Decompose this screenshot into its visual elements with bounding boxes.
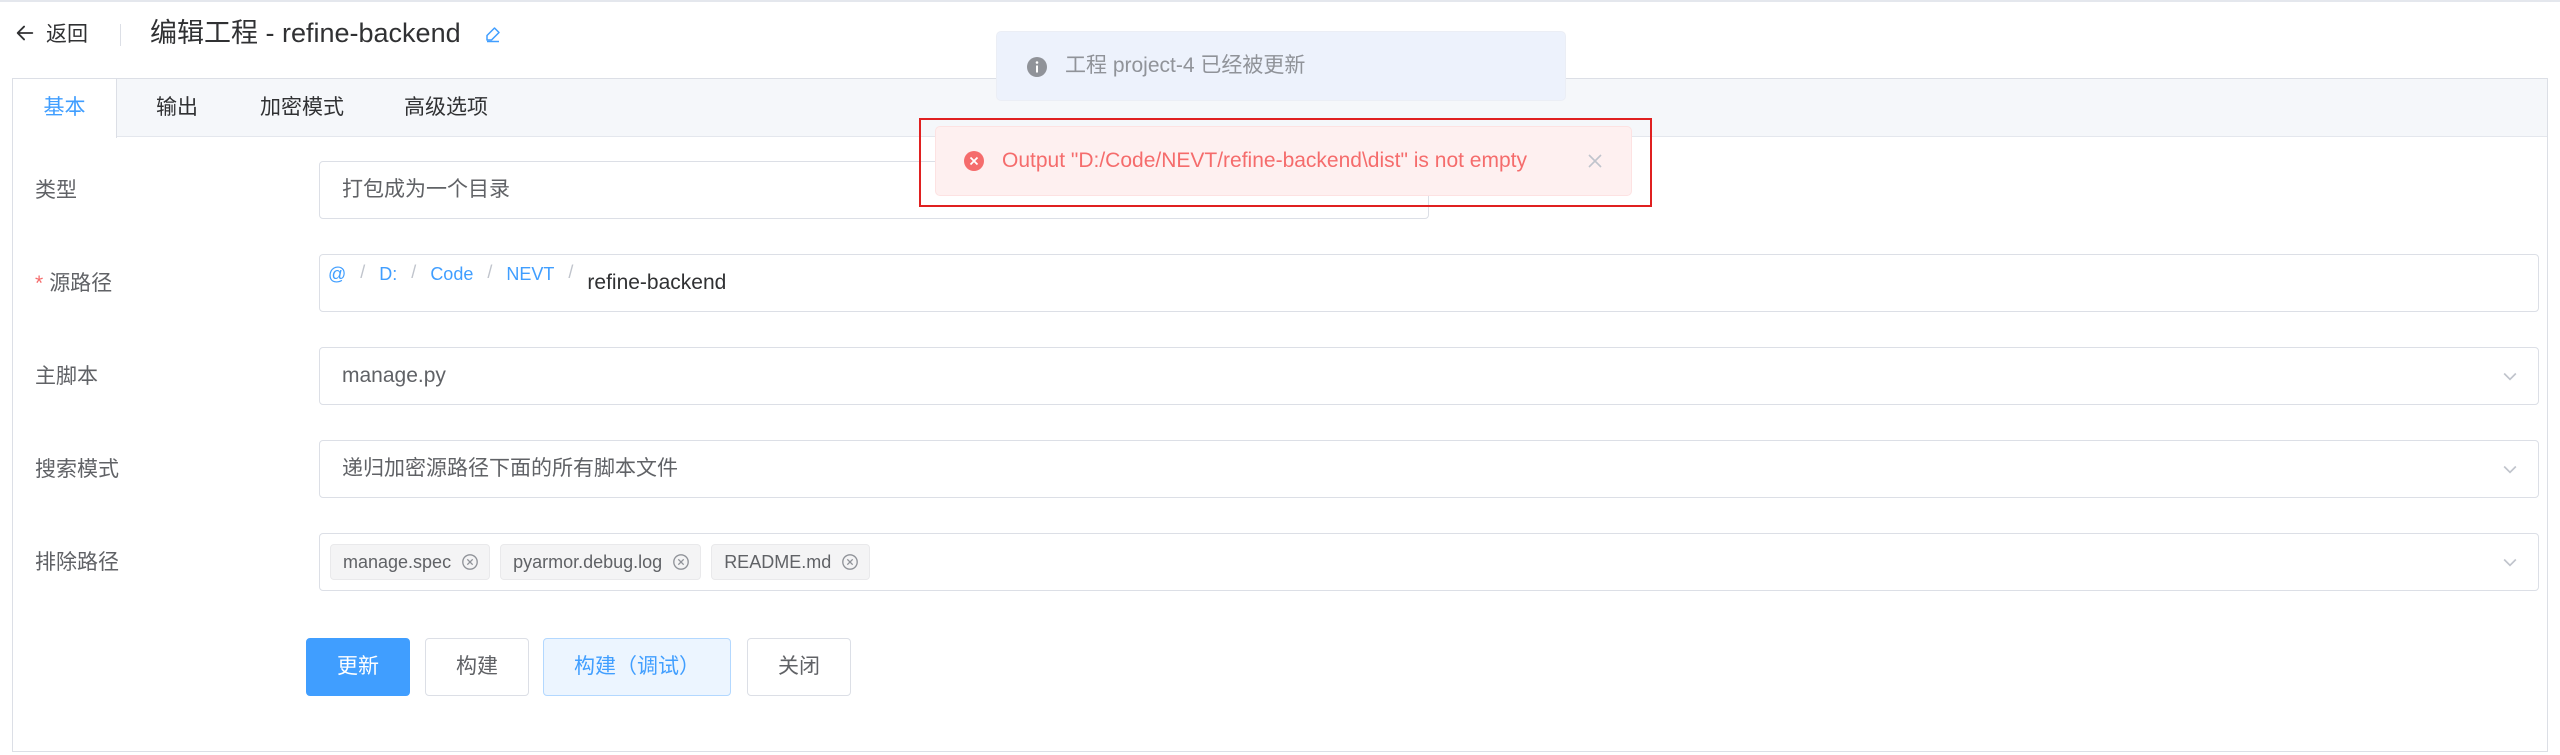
edit-icon[interactable] [484, 25, 502, 43]
build-debug-button[interactable]: 构建（调试） [543, 638, 731, 696]
chevron-down-icon [2503, 465, 2517, 474]
edit-project-page: 返回 编辑工程 - refine-backend 基本 输出 加密模式 高级选项… [0, 0, 2560, 755]
crumb-root[interactable]: @ [328, 263, 346, 285]
crumb-separator: / [360, 262, 366, 282]
error-message-text: Output "D:/Code/NEVT/refine-backend\dist… [1002, 149, 1527, 172]
exclude-tags: manage.spec pyarmor.debug.log README.md [330, 544, 880, 580]
info-message-text: 工程 project-4 已经被更新 [1065, 54, 1306, 77]
update-button[interactable]: 更新 [306, 638, 410, 696]
header-divider [120, 24, 121, 46]
tag-label: manage.spec [343, 551, 452, 572]
crumb-current: refine-backend [587, 271, 727, 294]
exclude-tag: manage.spec [330, 544, 491, 580]
page-title: 编辑工程 - refine-backend [150, 18, 461, 48]
main-script-value: manage.py [342, 364, 446, 387]
arrow-left-icon [16, 25, 34, 41]
tag-label: README.md [724, 551, 832, 572]
info-icon [1027, 57, 1047, 77]
exclude-paths-select[interactable]: manage.spec pyarmor.debug.log README.md [319, 533, 2539, 591]
error-icon [964, 151, 984, 171]
source-path-label: * 源路径 [35, 254, 112, 314]
tag-label: pyarmor.debug.log [513, 551, 663, 572]
tab-advanced-options[interactable]: 高级选项 [383, 79, 509, 137]
type-label: 类型 [35, 179, 77, 202]
build-button[interactable]: 构建 [425, 638, 529, 696]
crumb-drive[interactable]: D: [379, 263, 397, 285]
search-mode-value: 递归加密源路径下面的所有脚本文件 [342, 457, 678, 480]
tag-close-icon[interactable] [841, 553, 859, 571]
tag-close-icon[interactable] [672, 553, 690, 571]
back-button[interactable]: 返回 [14, 18, 88, 48]
exclude-paths-label: 排除路径 [35, 551, 119, 574]
close-icon[interactable] [1585, 151, 1605, 171]
back-label: 返回 [46, 23, 88, 46]
search-mode-label: 搜索模式 [35, 458, 119, 481]
tab-basic[interactable]: 基本 [13, 79, 117, 138]
source-path-field: @ / D: / Code / NEVT / refine-backend [319, 254, 2539, 312]
chevron-down-icon [2503, 372, 2517, 381]
chevron-down-icon [2503, 558, 2517, 567]
source-path-breadcrumb: @ / D: / Code / NEVT / refine-backend [328, 262, 737, 294]
tab-encryption-mode[interactable]: 加密模式 [239, 79, 365, 137]
crumb-separator: / [568, 262, 574, 282]
crumb-nevt[interactable]: NEVT [506, 263, 554, 285]
error-message: Output "D:/Code/NEVT/refine-backend\dist… [935, 126, 1632, 196]
main-script-label: 主脚本 [35, 365, 98, 388]
exclude-tag: README.md [711, 544, 871, 580]
tab-output[interactable]: 输出 [131, 79, 223, 137]
required-mark: * [35, 272, 44, 295]
crumb-code[interactable]: Code [430, 263, 473, 285]
info-message: 工程 project-4 已经被更新 [996, 31, 1566, 101]
exclude-tag: pyarmor.debug.log [500, 544, 702, 580]
tag-close-icon[interactable] [461, 553, 479, 571]
crumb-separator: / [487, 262, 493, 282]
crumb-separator: / [411, 262, 417, 282]
main-script-select[interactable]: manage.py [319, 347, 2539, 405]
close-button[interactable]: 关闭 [747, 638, 851, 696]
search-mode-select[interactable]: 递归加密源路径下面的所有脚本文件 [319, 440, 2539, 498]
type-value: 打包成为一个目录 [342, 178, 510, 201]
source-path-label-text: 源路径 [49, 272, 113, 295]
